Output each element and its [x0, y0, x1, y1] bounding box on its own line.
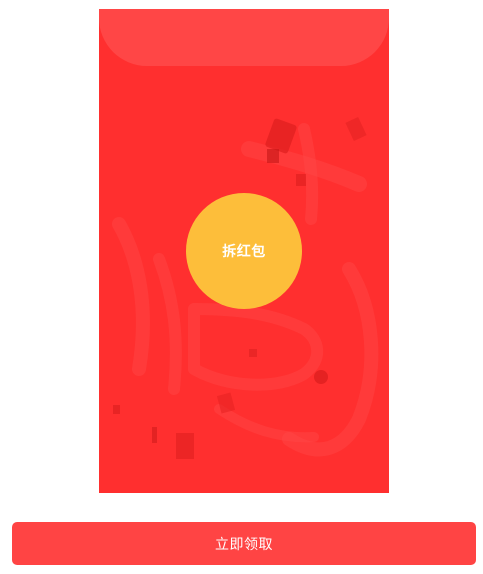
open-red-packet-button[interactable]: 拆红包 — [186, 193, 302, 309]
open-red-packet-label: 拆红包 — [222, 244, 266, 260]
red-envelope: 拆红包 — [99, 9, 389, 493]
claim-now-button[interactable]: 立即领取 — [12, 522, 476, 565]
claim-now-label: 立即领取 — [215, 536, 273, 553]
red-packet-page: 拆红包 立即领取 — [0, 0, 483, 574]
